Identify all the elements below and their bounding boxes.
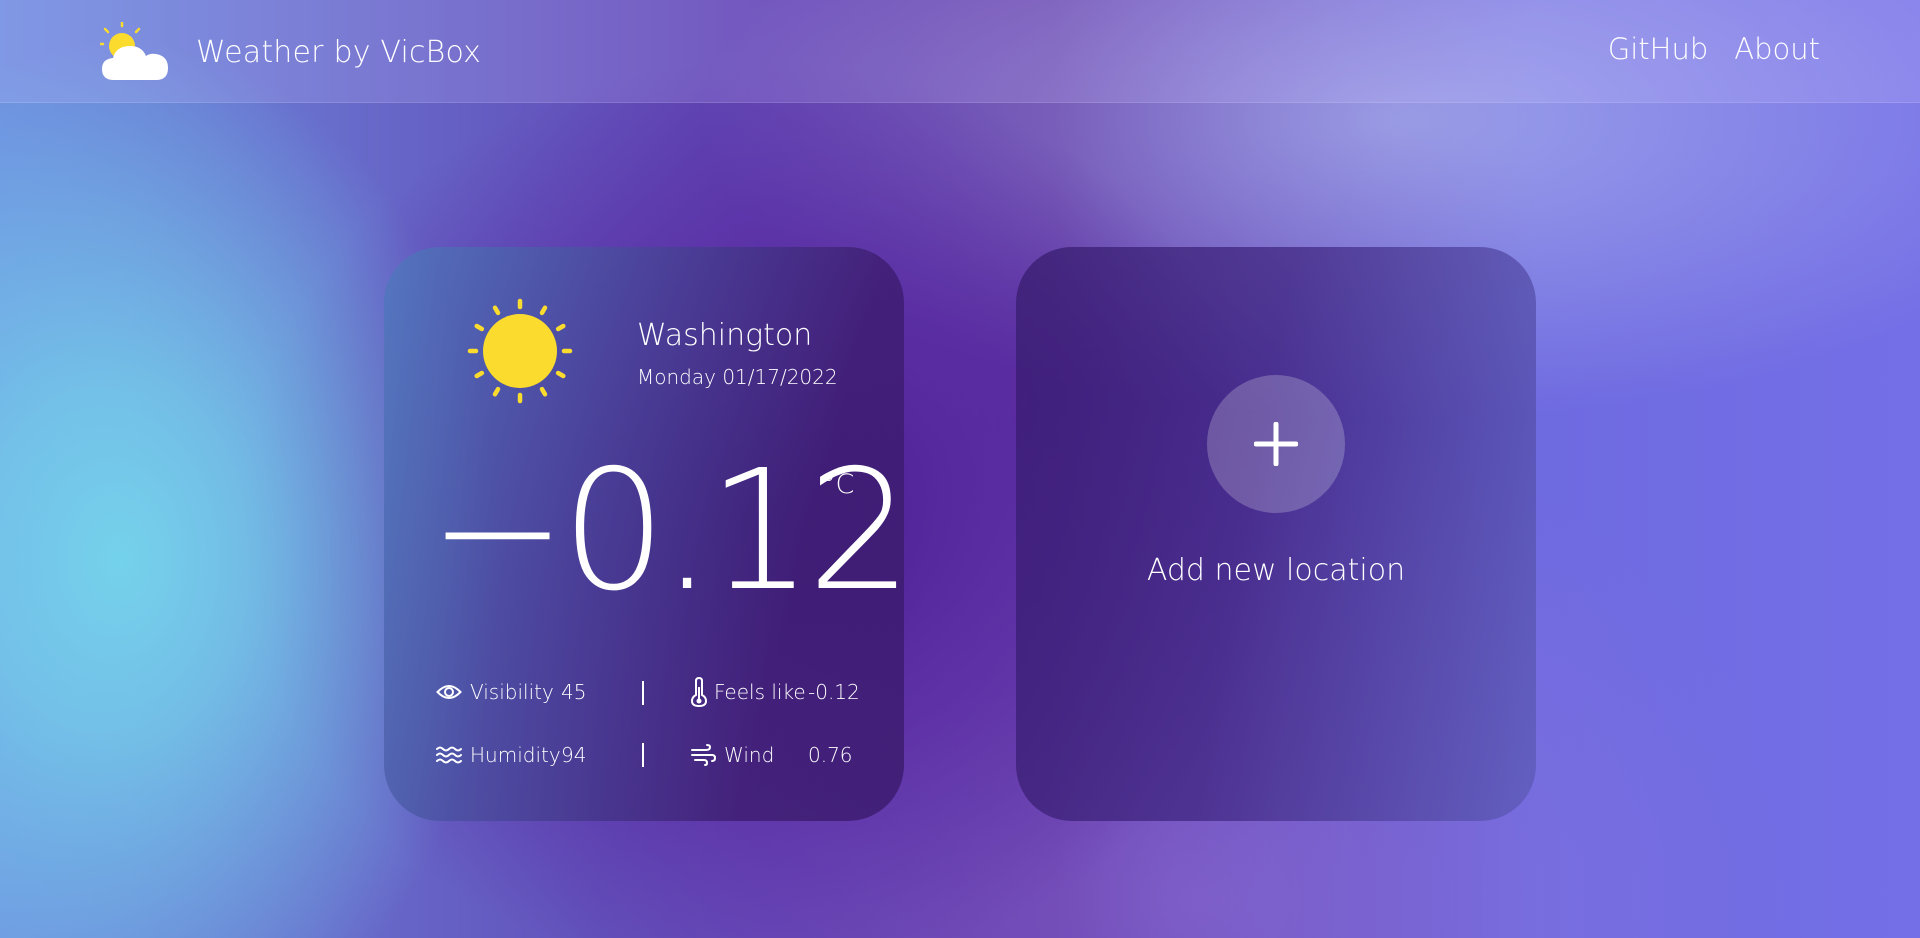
add-location-button[interactable] xyxy=(1207,375,1345,513)
stat-wind: Wind 0.76 xyxy=(690,743,853,767)
nav-link-github[interactable]: GitHub xyxy=(1608,32,1709,66)
partly-cloudy-icon xyxy=(100,22,168,80)
stat-humidity: Humidity 94 xyxy=(436,743,586,767)
temperature-unit: °C xyxy=(822,469,855,500)
top-navbar: Weather by VicBox GitHub About xyxy=(0,0,1920,103)
add-location-label: Add new location xyxy=(1146,553,1406,588)
stat-feels-like-value: -0.12 xyxy=(808,680,860,704)
stat-visibility-label: Visibility xyxy=(470,680,554,704)
app-title: Weather by VicBox xyxy=(196,34,482,70)
brand[interactable]: Weather by VicBox xyxy=(100,22,481,82)
thermometer-icon xyxy=(690,677,708,707)
nav-links: GitHub About xyxy=(1608,32,1820,66)
stat-visibility: Visibility 45 xyxy=(436,680,586,704)
page-background xyxy=(0,0,1920,938)
stat-feels-like-label: Feels like xyxy=(714,680,806,704)
plus-icon xyxy=(1254,422,1298,466)
stat-feels-like: Feels like -0.12 xyxy=(690,677,860,707)
stat-divider xyxy=(642,681,644,705)
city-name: Washington xyxy=(637,318,813,353)
date-label: Monday 01/17/2022 xyxy=(637,365,838,389)
wind-icon xyxy=(691,744,716,766)
stat-divider xyxy=(642,743,644,767)
nav-link-about[interactable]: About xyxy=(1734,32,1820,66)
stat-humidity-label: Humidity xyxy=(470,743,561,767)
stat-wind-value: 0.76 xyxy=(808,743,853,767)
eye-icon xyxy=(436,685,462,699)
sun-icon xyxy=(467,298,573,404)
humidity-waves-icon xyxy=(436,746,462,764)
stat-humidity-value: 94 xyxy=(561,743,587,767)
stat-wind-label: Wind xyxy=(724,743,775,767)
weather-card[interactable]: Washington Monday 01/17/2022 −0.12 °C Vi… xyxy=(384,247,904,821)
stat-visibility-value: 45 xyxy=(561,680,587,704)
add-location-card[interactable]: Add new location xyxy=(1016,247,1536,821)
